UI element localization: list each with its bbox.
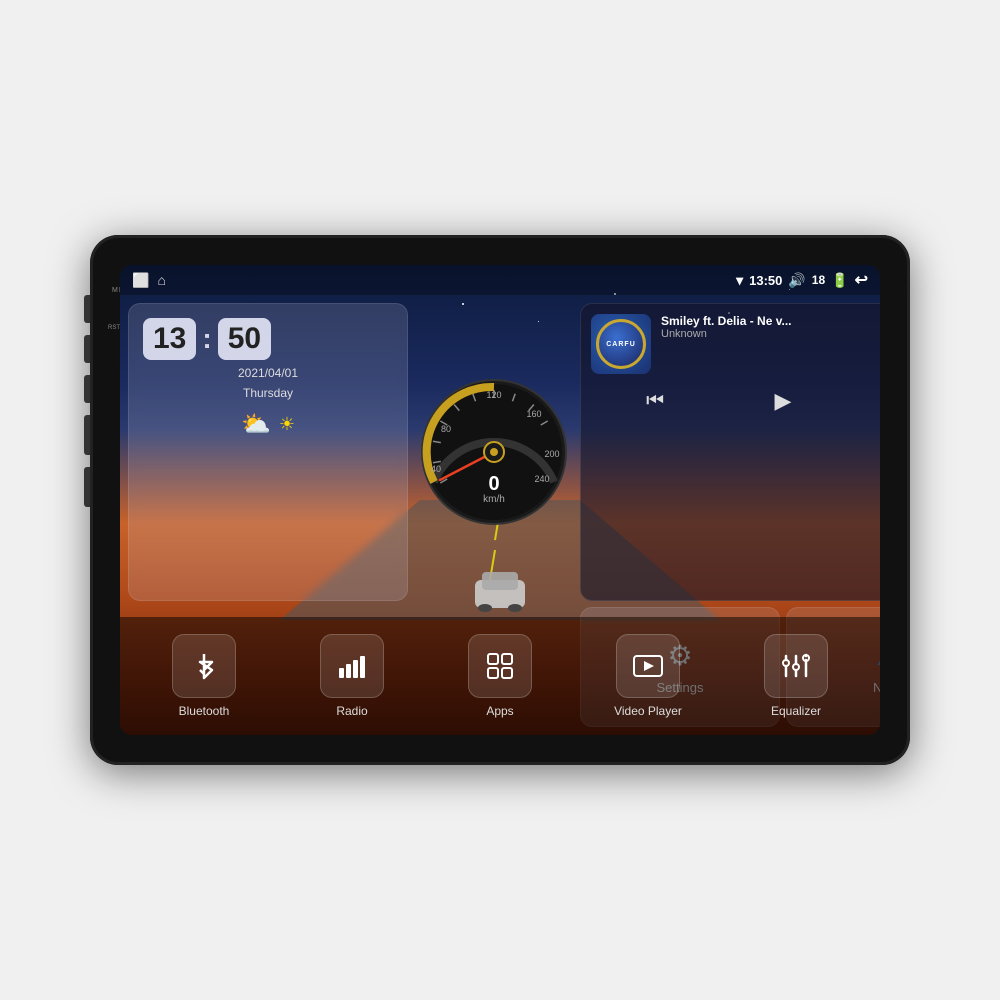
home-button[interactable]	[84, 335, 90, 363]
video-player-icon	[632, 650, 664, 682]
volume-level: 18	[812, 273, 825, 287]
car-head-unit: MIC RST	[90, 235, 910, 765]
music-title: Smiley ft. Delia - Ne v...	[661, 314, 880, 328]
music-artist: Unknown	[661, 328, 880, 340]
svg-text:200: 200	[544, 449, 559, 459]
svg-text:160: 160	[526, 409, 541, 419]
bluetooth-icon-wrap	[172, 634, 236, 698]
equalizer-icon-wrap	[764, 634, 828, 698]
svg-text:240: 240	[534, 474, 549, 484]
apps-label: Apps	[486, 704, 513, 718]
equalizer-item[interactable]: Equalizer	[722, 634, 870, 718]
clock-separator: :	[202, 323, 211, 355]
status-bar: ⬜ ⌂ ▾ 13:50 🔊 18 🔋 ↩	[120, 265, 880, 295]
music-widget: CARFU Smiley ft. Delia - Ne v... Unknown…	[580, 303, 880, 601]
radio-item[interactable]: Radio	[278, 634, 426, 718]
music-controls: ⏮ ▶ ⏭	[591, 388, 880, 414]
side-buttons	[84, 295, 90, 507]
radio-icon-wrap	[320, 634, 384, 698]
prev-button[interactable]: ⏮	[646, 390, 664, 413]
apps-icon	[484, 650, 516, 682]
back-arrow-icon[interactable]: ↩	[855, 270, 868, 290]
radio-label: Radio	[336, 704, 367, 718]
equalizer-label: Equalizer	[771, 704, 821, 718]
home-icon[interactable]: ⌂	[157, 272, 165, 288]
bluetooth-icon	[188, 650, 220, 682]
sun-icon: ☀	[279, 414, 295, 435]
clock-minutes: 50	[218, 318, 271, 360]
back-button[interactable]	[84, 375, 90, 403]
bluetooth-item[interactable]: Bluetooth	[130, 634, 278, 718]
radio-icon	[336, 650, 368, 682]
album-art: CARFU	[591, 314, 651, 374]
screen: ⬜ ⌂ ▾ 13:50 🔊 18 🔋 ↩ 13 : 50 2021/	[120, 265, 880, 735]
video-player-label: Video Player	[614, 704, 682, 718]
apps-icon-wrap	[468, 634, 532, 698]
volume-icon: 🔊	[788, 272, 805, 289]
svg-text:km/h: km/h	[483, 494, 505, 505]
apps-item[interactable]: Apps	[426, 634, 574, 718]
power-button[interactable]	[84, 295, 90, 323]
rst-label: RST	[108, 325, 120, 331]
weather-row: ⛅ ☀	[143, 410, 393, 439]
clock-display: 13 : 50	[143, 318, 393, 360]
cloud-icon: ⛅	[241, 410, 271, 439]
album-art-inner: CARFU	[596, 319, 646, 369]
carfu-label: CARFU	[606, 341, 636, 348]
clock-date: 2021/04/01	[143, 366, 393, 380]
status-right: ▾ 13:50 🔊 18 🔋 ↩	[736, 270, 868, 290]
clock-hours: 13	[143, 318, 196, 360]
status-time: 13:50	[749, 273, 782, 288]
svg-text:40: 40	[431, 464, 441, 474]
music-info: Smiley ft. Delia - Ne v... Unknown	[661, 314, 880, 340]
video-player-icon-wrap	[616, 634, 680, 698]
clock-day: Thursday	[143, 386, 393, 400]
bottom-bar: Bluetooth Radio	[120, 617, 880, 735]
speedometer-widget: 40 80 120 160 200 240 0 km/h	[414, 303, 574, 601]
screen-icon[interactable]: ⬜	[132, 272, 149, 289]
speedometer-svg: 40 80 120 160 200 240 0 km/h	[414, 372, 574, 532]
status-left: ⬜ ⌂	[132, 272, 166, 289]
vol-up-button[interactable]	[84, 415, 90, 455]
equalizer-icon	[780, 650, 812, 682]
svg-text:0: 0	[488, 473, 499, 495]
svg-text:120: 120	[486, 390, 501, 400]
play-button[interactable]: ▶	[775, 388, 792, 414]
music-top: CARFU Smiley ft. Delia - Ne v... Unknown	[591, 314, 880, 374]
battery-icon: 🔋	[831, 272, 848, 289]
vol-down-button[interactable]	[84, 467, 90, 507]
clock-widget: 13 : 50 2021/04/01 Thursday ⛅ ☀	[128, 303, 408, 601]
video-player-item[interactable]: Video Player	[574, 634, 722, 718]
bluetooth-label: Bluetooth	[179, 704, 230, 718]
svg-text:80: 80	[441, 424, 451, 434]
wifi-icon: ▾	[736, 272, 743, 289]
